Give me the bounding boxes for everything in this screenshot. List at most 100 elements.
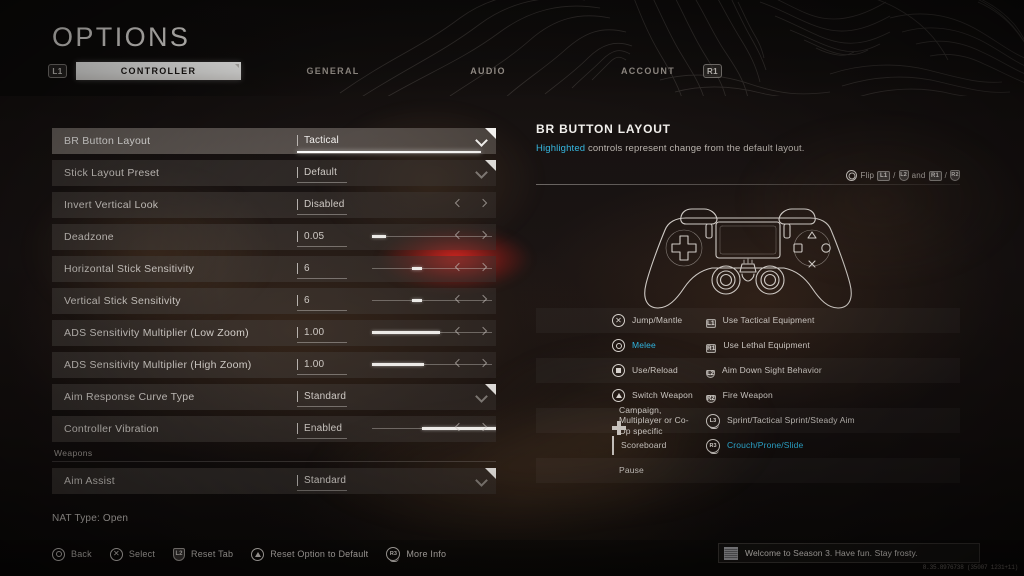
setting-value: Default [304, 167, 338, 178]
mapping-right: R2 Fire Weapon [700, 387, 950, 405]
setting-control[interactable]: 0.05 [294, 224, 496, 250]
setting-control[interactable]: Standard [294, 468, 496, 494]
stepper-arrows[interactable] [454, 294, 490, 308]
chevron-down-icon[interactable] [477, 136, 486, 145]
setting-value: 0.05 [304, 231, 325, 242]
tab-account[interactable]: ACCOUNT [593, 62, 703, 80]
mapping-right-label: Crouch/Prone/Slide [727, 440, 804, 451]
stepper-arrows[interactable] [454, 262, 490, 276]
chevron-left-icon[interactable] [454, 358, 464, 368]
notification-toast[interactable]: Welcome to Season 3. Have fun. Stay fros… [718, 543, 980, 563]
setting-row[interactable]: Controller Vibration Enabled [52, 416, 496, 442]
chevron-down-icon[interactable] [477, 168, 486, 177]
stepper-arrows[interactable] [454, 198, 490, 212]
setting-row[interactable]: Stick Layout Preset Default [52, 160, 496, 186]
prompt-reset-tab[interactable]: L2 Reset Tab [173, 547, 233, 561]
setting-label: Aim Response Curve Type [64, 391, 195, 403]
setting-control[interactable]: Default [294, 160, 496, 186]
setting-row[interactable]: Invert Vertical Look Disabled [52, 192, 496, 218]
setting-value: 1.00 [304, 359, 325, 370]
chevron-right-icon[interactable] [478, 326, 488, 336]
stepper-arrows[interactable] [454, 422, 490, 436]
mapping-left-label: Melee [632, 340, 656, 351]
mapping-left: Campaign, Multiplayer or Co-Op specific [536, 405, 700, 437]
setting-label: Invert Vertical Look [64, 199, 159, 211]
r3-icon: R3 [706, 438, 720, 454]
setting-value: 6 [304, 295, 310, 306]
value-tick [297, 167, 298, 178]
value-underline [297, 278, 347, 279]
setting-row[interactable]: BR Button Layout Tactical [52, 128, 496, 154]
setting-row[interactable]: ADS Sensitivity Multiplier (Low Zoom) 1.0… [52, 320, 496, 346]
value-underline [297, 374, 347, 375]
setting-row[interactable]: Aim Response Curve Type Standard [52, 384, 496, 410]
mapping-row: Scoreboard R3 Crouch/Prone/Slide [536, 433, 960, 458]
detail-panel: BR BUTTON LAYOUT Highlighted controls re… [536, 122, 960, 309]
stepper-arrows[interactable] [454, 326, 490, 340]
tab-audio[interactable]: AUDIO [443, 62, 533, 80]
value-underline [297, 310, 347, 311]
mapping-left: Melee [536, 339, 700, 352]
stepper-arrows[interactable] [454, 358, 490, 372]
chevron-left-icon[interactable] [454, 422, 464, 432]
prompt-label: More Info [406, 549, 447, 559]
chevron-right-icon[interactable] [478, 262, 488, 272]
chevron-left-icon[interactable] [454, 262, 464, 272]
settings-list[interactable]: BR Button Layout Tactical Stick Layout Pre… [52, 128, 496, 500]
value-underline [297, 214, 347, 215]
chevron-right-icon[interactable] [478, 294, 488, 304]
setting-control[interactable]: Tactical [294, 128, 496, 154]
setting-row[interactable]: Deadzone 0.05 [52, 224, 496, 250]
mapping-row: Pause [536, 458, 960, 483]
setting-value: 1.00 [304, 327, 325, 338]
l2-icon: L2 [898, 170, 909, 181]
chevron-right-icon[interactable] [478, 358, 488, 368]
chevron-down-icon[interactable] [477, 392, 486, 401]
tab-general[interactable]: GENERAL [278, 62, 388, 80]
setting-label: Aim Assist [64, 475, 115, 487]
chevron-right-icon[interactable] [478, 422, 488, 432]
setting-control[interactable]: 1.00 [294, 352, 496, 378]
setting-control[interactable]: 6 [294, 288, 496, 314]
mapping-list: ✕ Jump/Mantle L1 Use Tactical Equipment Mele… [536, 308, 960, 483]
prompt-reset-option-to-default[interactable]: Reset Option to Default [251, 547, 368, 561]
setting-row[interactable]: Aim Assist Standard [52, 468, 496, 494]
chevron-right-icon[interactable] [478, 198, 488, 208]
prompt-select[interactable]: ✕ Select [109, 547, 155, 561]
setting-control[interactable]: 6 [294, 256, 496, 282]
mapping-right-label: Use Tactical Equipment [722, 315, 815, 326]
setting-label: Deadzone [64, 231, 114, 243]
setting-control[interactable]: 1.00 [294, 320, 496, 346]
mapping-right: L3 Sprint/Tactical Sprint/Steady Aim [700, 413, 950, 429]
chevron-left-icon[interactable] [454, 326, 464, 336]
flip-hint[interactable]: Flip L1 / L2 and R1 / R2 [846, 170, 960, 181]
tab-controller[interactable]: CONTROLLER [76, 62, 241, 80]
mapping-row: Melee R1 Use Lethal Equipment [536, 333, 960, 358]
mapping-right: L2 Aim Down Sight Behavior [700, 362, 950, 380]
chevron-left-icon[interactable] [454, 198, 464, 208]
mapping-left: ✕ Jump/Mantle [536, 314, 700, 327]
setting-control[interactable]: Enabled [294, 416, 496, 442]
l3-icon: L3 [706, 413, 720, 429]
setting-row[interactable]: Vertical Stick Sensitivity 6 [52, 288, 496, 314]
prompt-more-info[interactable]: R3 More Info [386, 547, 447, 562]
build-version-string: 8.35.8976738 (35007 1231+11) [922, 564, 1018, 571]
stepper-arrows[interactable] [454, 230, 490, 244]
toast-thumbnail-icon [724, 546, 738, 560]
value-underline [297, 406, 347, 407]
chevron-left-icon[interactable] [454, 294, 464, 304]
mapping-left: Use/Reload [536, 364, 700, 377]
value-underline [297, 490, 347, 491]
chevron-left-icon[interactable] [454, 230, 464, 240]
chevron-down-icon[interactable] [477, 476, 486, 485]
setting-control[interactable]: Standard [294, 384, 496, 410]
mapping-left-label: Scoreboard [621, 440, 667, 451]
mapping-right: R3 Crouch/Prone/Slide [700, 438, 950, 454]
slider-fill [372, 235, 386, 238]
chevron-right-icon[interactable] [478, 230, 488, 240]
r1-icon: R1 [928, 170, 942, 181]
prompt-back[interactable]: Back [52, 547, 92, 561]
setting-row[interactable]: Horizontal Stick Sensitivity 6 [52, 256, 496, 282]
setting-control[interactable]: Disabled [294, 192, 496, 218]
setting-row[interactable]: ADS Sensitivity Multiplier (High Zoom) 1.… [52, 352, 496, 378]
